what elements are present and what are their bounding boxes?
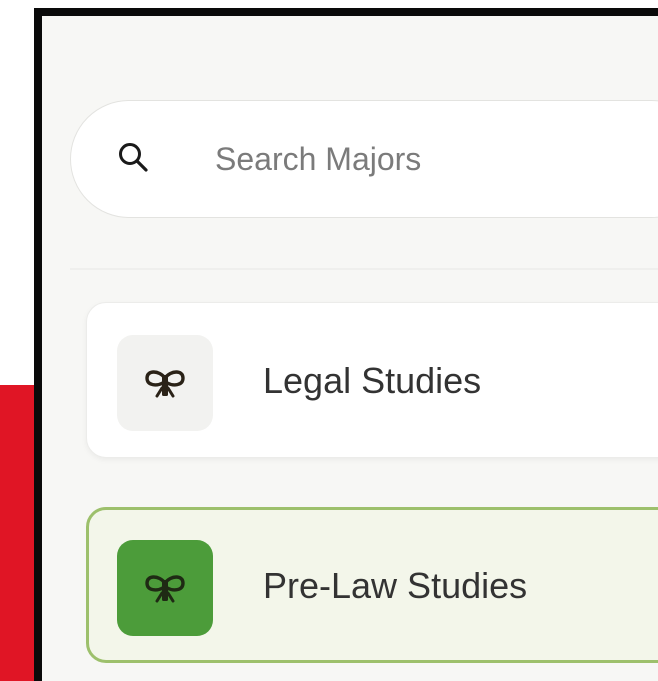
majors-panel: Legal Studies Pre-Law Studies (34, 8, 658, 681)
major-icon-box (117, 335, 213, 431)
search-icon (119, 143, 148, 172)
major-label: Legal Studies (263, 360, 482, 401)
ribbon-bow-icon (145, 370, 185, 398)
divider (70, 268, 658, 270)
screen: Legal Studies Pre-Law Studies (0, 0, 658, 681)
ribbon-bow-icon (145, 575, 185, 603)
major-item-legal-studies[interactable]: Legal Studies (86, 302, 658, 458)
major-icon-box-selected (117, 540, 213, 636)
major-item-pre-law-studies[interactable]: Pre-Law Studies (86, 507, 658, 663)
major-label: Pre-Law Studies (263, 565, 528, 606)
search-input[interactable] (215, 131, 658, 187)
search-bar[interactable] (70, 100, 658, 218)
